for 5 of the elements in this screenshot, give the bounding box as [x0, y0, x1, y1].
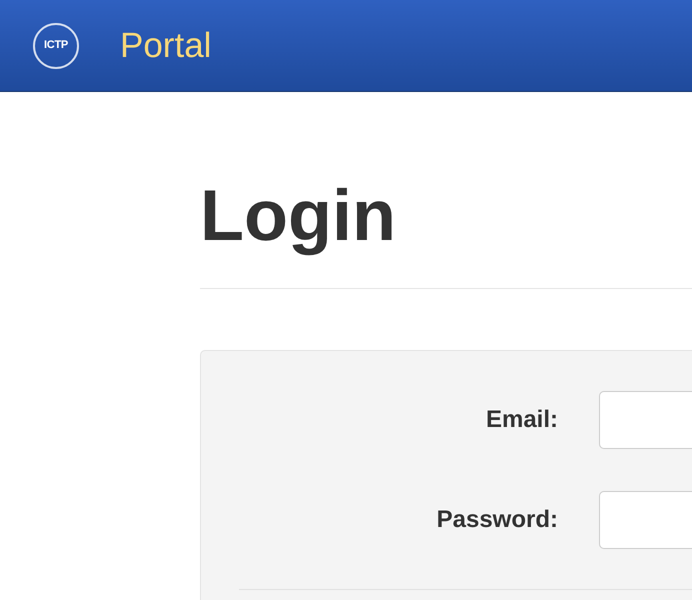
logo[interactable]: ICTP	[33, 22, 79, 68]
portal-title[interactable]: Portal	[120, 28, 212, 63]
field-label: Email:	[484, 405, 558, 435]
field-label: Password:	[436, 505, 558, 535]
page-heading: Login	[200, 180, 397, 258]
